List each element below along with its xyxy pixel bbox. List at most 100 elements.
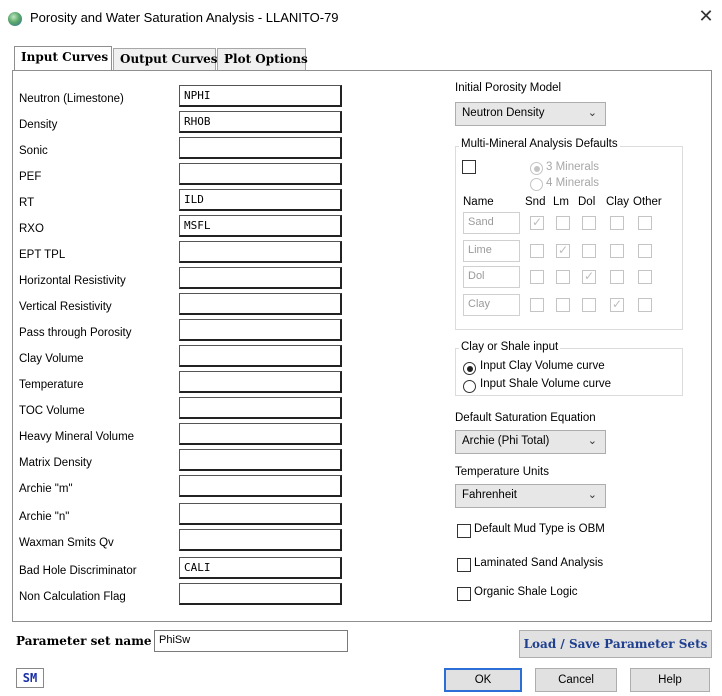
curve-label: Heavy Mineral Volume	[19, 431, 135, 443]
saturation-label: Default Saturation Equation	[455, 412, 596, 424]
curve-label: Vertical Resistivity	[19, 301, 112, 313]
sm-logo-icon: SM	[16, 668, 44, 688]
mineral-check[interactable]	[610, 270, 624, 284]
mineral-check[interactable]	[530, 270, 544, 284]
curve-label: RXO	[19, 223, 44, 235]
curve-label: Neutron (Limestone)	[19, 93, 124, 105]
curve-label: Non Calculation Flag	[19, 591, 126, 603]
mineral-check[interactable]	[530, 244, 544, 258]
curve-label: Density	[19, 119, 58, 131]
parameter-set-label: Parameter set name	[16, 634, 152, 648]
curve-input-neutron[interactable]: NPHI	[179, 85, 342, 107]
obm-label: Default Mud Type is OBM	[474, 523, 605, 535]
mineral-check[interactable]	[638, 270, 652, 284]
curve-label: Archie "n"	[19, 511, 70, 523]
curve-label: Sonic	[19, 145, 48, 157]
mineral-check[interactable]	[638, 298, 652, 312]
mineral-check[interactable]	[610, 244, 624, 258]
saturation-value: Archie (Phi Total)	[462, 435, 550, 447]
curve-input-density[interactable]: RHOB	[179, 111, 342, 133]
multi-mineral-enable-checkbox[interactable]	[462, 160, 476, 174]
radio-4-minerals-label: 4 Minerals	[546, 177, 600, 189]
curve-input-clay-volume[interactable]	[179, 345, 342, 367]
organic-shale-checkbox[interactable]	[457, 587, 471, 601]
mineral-check[interactable]: ✓	[610, 297, 624, 312]
curve-input-rt[interactable]: ILD	[179, 189, 342, 211]
mineral-check[interactable]	[582, 298, 596, 312]
cancel-button[interactable]: Cancel	[535, 668, 617, 692]
radio-4-minerals[interactable]	[530, 178, 543, 191]
curve-label: Pass through Porosity	[19, 327, 132, 339]
mineral-check[interactable]: ✓	[582, 269, 596, 284]
curve-input-vertical-resistivity[interactable]	[179, 293, 342, 315]
radio-clay-volume-label: Input Clay Volume curve	[480, 360, 605, 372]
chevron-down-icon: ⌄	[587, 435, 597, 447]
curve-input-temperature[interactable]	[179, 371, 342, 393]
tab-plot-options[interactable]: Plot Options	[217, 48, 308, 70]
radio-shale-volume[interactable]	[463, 380, 476, 393]
mineral-check[interactable]: ✓	[556, 243, 570, 258]
radio-shale-volume-label: Input Shale Volume curve	[480, 378, 612, 390]
curve-label: RT	[19, 197, 35, 209]
curve-input-rxo[interactable]: MSFL	[179, 215, 342, 237]
mineral-check[interactable]: ✓	[530, 215, 544, 230]
mineral-check[interactable]	[582, 244, 596, 258]
mineral-check[interactable]	[556, 216, 570, 230]
curve-input-pef[interactable]	[179, 163, 342, 185]
multi-mineral-title: Multi-Mineral Analysis Defaults	[459, 138, 620, 150]
curve-input-non-calc-flag[interactable]	[179, 583, 342, 605]
mineral-check[interactable]	[638, 244, 652, 258]
mineral-name-lime[interactable]: Lime	[463, 240, 520, 262]
close-icon[interactable]: ✕	[696, 6, 716, 26]
curve-input-waxman-smits-qv[interactable]	[179, 529, 342, 551]
curve-input-archie-n[interactable]	[179, 503, 342, 525]
laminated-sand-checkbox[interactable]	[457, 558, 471, 572]
window-title: Porosity and Water Saturation Analysis -…	[30, 10, 339, 25]
tab-input-curves[interactable]: Input Curves	[14, 46, 112, 70]
curve-label: Waxman Smits Qv	[19, 537, 114, 549]
curve-input-toc-volume[interactable]	[179, 397, 342, 419]
col-header-snd: Snd	[525, 196, 546, 208]
saturation-select[interactable]: Archie (Phi Total) ⌄	[455, 430, 606, 454]
curve-input-sonic[interactable]	[179, 137, 342, 159]
mineral-name-clay[interactable]: Clay	[463, 294, 520, 316]
mineral-name-dol[interactable]: Dol	[463, 266, 520, 288]
porosity-model-select[interactable]: Neutron Density ⌄	[455, 102, 606, 126]
radio-3-minerals-label: 3 Minerals	[546, 161, 600, 173]
mineral-check[interactable]	[582, 216, 596, 230]
porosity-model-value: Neutron Density	[462, 107, 545, 119]
tab-output-curves[interactable]: Output Curves	[113, 48, 218, 70]
organic-shale-label: Organic Shale Logic	[474, 586, 578, 598]
curve-label: PEF	[19, 171, 42, 183]
laminated-sand-label: Laminated Sand Analysis	[474, 557, 604, 569]
mineral-check[interactable]	[610, 216, 624, 230]
mineral-check[interactable]	[530, 298, 544, 312]
curve-input-horizontal-resistivity[interactable]	[179, 267, 342, 289]
col-header-name: Name	[463, 196, 494, 208]
curve-label: Archie "m"	[19, 483, 73, 495]
mineral-check[interactable]	[556, 270, 570, 284]
col-header-lm: Lm	[553, 196, 569, 208]
ok-button[interactable]: OK	[444, 668, 522, 692]
title-bar: Porosity and Water Saturation Analysis -…	[0, 0, 722, 36]
parameter-set-input[interactable]: PhiSw	[154, 630, 348, 652]
curve-label: TOC Volume	[19, 405, 85, 417]
temperature-units-label: Temperature Units	[455, 466, 549, 478]
temperature-units-select[interactable]: Fahrenheit ⌄	[455, 484, 606, 508]
curve-input-archie-m[interactable]	[179, 475, 342, 497]
curve-input-matrix-density[interactable]	[179, 449, 342, 471]
obm-checkbox[interactable]	[457, 524, 471, 538]
col-header-other: Other	[633, 196, 662, 208]
help-button[interactable]: Help	[630, 668, 710, 692]
chevron-down-icon: ⌄	[587, 107, 597, 119]
radio-clay-volume[interactable]	[463, 362, 476, 375]
curve-input-bad-hole[interactable]: CALI	[179, 557, 342, 579]
load-save-parameter-sets-button[interactable]: Load / Save Parameter Sets	[519, 630, 712, 658]
curve-input-pass-through-porosity[interactable]	[179, 319, 342, 341]
mineral-name-sand[interactable]: Sand	[463, 212, 520, 234]
mineral-check[interactable]	[556, 298, 570, 312]
curve-input-ept-tpl[interactable]	[179, 241, 342, 263]
mineral-check[interactable]	[638, 216, 652, 230]
curve-input-heavy-mineral-volume[interactable]	[179, 423, 342, 445]
radio-3-minerals[interactable]	[530, 162, 543, 175]
